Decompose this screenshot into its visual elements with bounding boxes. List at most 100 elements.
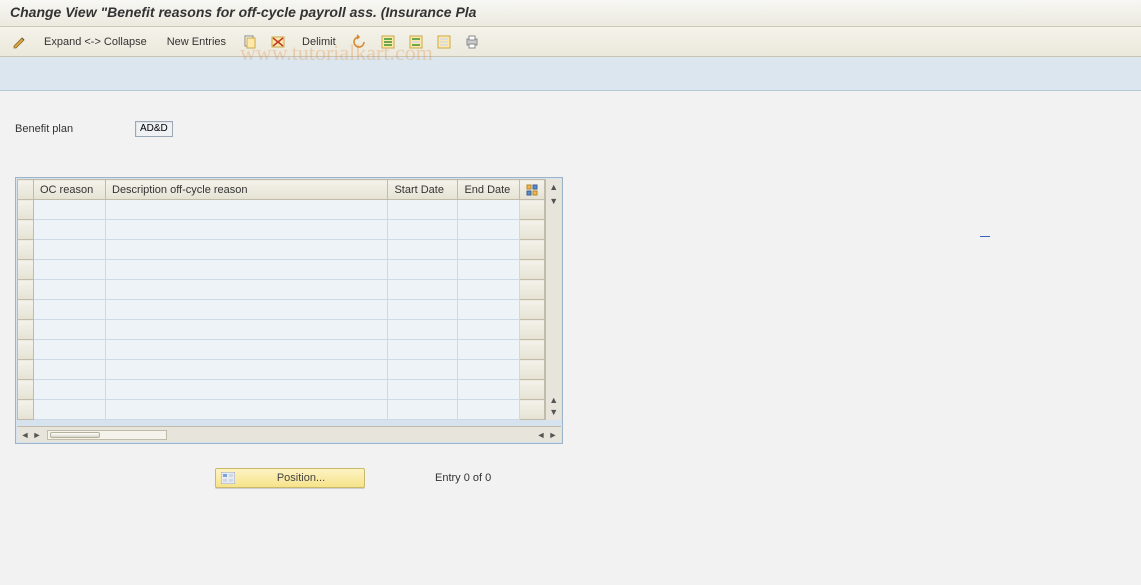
horizontal-scrollbar[interactable]: ◄ ► ◄ ►	[17, 426, 561, 442]
cell-trailing	[520, 280, 545, 300]
cell-end-date[interactable]	[458, 360, 520, 380]
cell-end-date[interactable]	[458, 340, 520, 360]
cell-oc-reason[interactable]	[34, 220, 106, 240]
table-row	[18, 240, 545, 260]
cell-end-date[interactable]	[458, 320, 520, 340]
scroll-up-icon[interactable]: ▲	[548, 181, 560, 193]
cell-oc-reason[interactable]	[34, 300, 106, 320]
hscroll-track[interactable]	[47, 430, 167, 440]
hscroll-thumb[interactable]	[50, 432, 100, 438]
cell-end-date[interactable]	[458, 400, 520, 420]
cell-description[interactable]	[106, 340, 388, 360]
row-selector[interactable]	[18, 360, 34, 380]
row-selector[interactable]	[18, 320, 34, 340]
cell-oc-reason[interactable]	[34, 200, 106, 220]
cell-oc-reason[interactable]	[34, 280, 106, 300]
scroll-left-icon[interactable]: ◄	[19, 429, 31, 441]
cell-description[interactable]	[106, 220, 388, 240]
row-selector[interactable]	[18, 240, 34, 260]
cell-start-date[interactable]	[388, 220, 458, 240]
cell-description[interactable]	[106, 320, 388, 340]
row-selector[interactable]	[18, 340, 34, 360]
cell-oc-reason[interactable]	[34, 400, 106, 420]
cell-oc-reason[interactable]	[34, 260, 106, 280]
cell-start-date[interactable]	[388, 400, 458, 420]
new-entries-button[interactable]: New Entries	[159, 36, 234, 48]
cell-description[interactable]	[106, 200, 388, 220]
cell-description[interactable]	[106, 280, 388, 300]
table-row	[18, 340, 545, 360]
cell-start-date[interactable]	[388, 300, 458, 320]
row-selector[interactable]	[18, 260, 34, 280]
cell-description[interactable]	[106, 300, 388, 320]
vertical-scrollbar[interactable]: ▲ ▼ ▲ ▼	[545, 179, 561, 420]
table-row	[18, 280, 545, 300]
cell-start-date[interactable]	[388, 260, 458, 280]
cell-start-date[interactable]	[388, 320, 458, 340]
col-start-date[interactable]: Start Date	[388, 180, 458, 200]
cell-oc-reason[interactable]	[34, 360, 106, 380]
undo-icon[interactable]	[348, 31, 372, 53]
cell-description[interactable]	[106, 400, 388, 420]
table-row	[18, 200, 545, 220]
cell-description[interactable]	[106, 240, 388, 260]
reasons-table: OC reason Description off-cycle reason S…	[17, 179, 545, 420]
row-selector[interactable]	[18, 300, 34, 320]
table-row	[18, 400, 545, 420]
table-row	[18, 360, 545, 380]
decorative-mark	[980, 236, 990, 237]
select-block-icon[interactable]	[404, 31, 428, 53]
cell-oc-reason[interactable]	[34, 340, 106, 360]
table-config-icon[interactable]	[520, 180, 545, 200]
cell-end-date[interactable]	[458, 240, 520, 260]
row-selector[interactable]	[18, 280, 34, 300]
position-button[interactable]: Position...	[215, 468, 365, 488]
cell-end-date[interactable]	[458, 300, 520, 320]
table-row	[18, 380, 545, 400]
cell-start-date[interactable]	[388, 380, 458, 400]
cell-oc-reason[interactable]	[34, 380, 106, 400]
cell-end-date[interactable]	[458, 280, 520, 300]
benefit-plan-field[interactable]: AD&D	[135, 121, 173, 137]
row-selector-header[interactable]	[18, 180, 34, 200]
scroll-right-icon[interactable]: ►	[31, 429, 43, 441]
cell-start-date[interactable]	[388, 280, 458, 300]
select-all-icon[interactable]	[376, 31, 400, 53]
col-end-date[interactable]: End Date	[458, 180, 520, 200]
cell-end-date[interactable]	[458, 220, 520, 240]
deselect-icon[interactable]	[432, 31, 456, 53]
cell-description[interactable]	[106, 360, 388, 380]
cell-description[interactable]	[106, 380, 388, 400]
scroll-left2-icon[interactable]: ◄	[535, 429, 547, 441]
cell-end-date[interactable]	[458, 200, 520, 220]
cell-description[interactable]	[106, 260, 388, 280]
copy-icon[interactable]	[238, 31, 262, 53]
scroll-up2-icon[interactable]: ▲	[548, 394, 560, 406]
cell-trailing	[520, 400, 545, 420]
cell-start-date[interactable]	[388, 340, 458, 360]
cell-start-date[interactable]	[388, 240, 458, 260]
print-icon[interactable]	[460, 31, 484, 53]
row-selector[interactable]	[18, 380, 34, 400]
position-icon	[220, 471, 236, 485]
cell-trailing	[520, 380, 545, 400]
scroll-right2-icon[interactable]: ►	[547, 429, 559, 441]
row-selector[interactable]	[18, 400, 34, 420]
table-row	[18, 220, 545, 240]
cell-start-date[interactable]	[388, 200, 458, 220]
scroll-down-icon[interactable]: ▼	[548, 195, 560, 207]
delete-icon[interactable]	[266, 31, 290, 53]
scroll-down2-icon[interactable]: ▼	[548, 406, 560, 418]
col-oc-reason[interactable]: OC reason	[34, 180, 106, 200]
cell-end-date[interactable]	[458, 260, 520, 280]
row-selector[interactable]	[18, 200, 34, 220]
col-description[interactable]: Description off-cycle reason	[106, 180, 388, 200]
expand-collapse-button[interactable]: Expand <-> Collapse	[36, 36, 155, 48]
delimit-button[interactable]: Delimit	[294, 36, 344, 48]
edit-icon[interactable]	[8, 31, 32, 53]
cell-oc-reason[interactable]	[34, 240, 106, 260]
row-selector[interactable]	[18, 220, 34, 240]
cell-end-date[interactable]	[458, 380, 520, 400]
cell-oc-reason[interactable]	[34, 320, 106, 340]
cell-start-date[interactable]	[388, 360, 458, 380]
